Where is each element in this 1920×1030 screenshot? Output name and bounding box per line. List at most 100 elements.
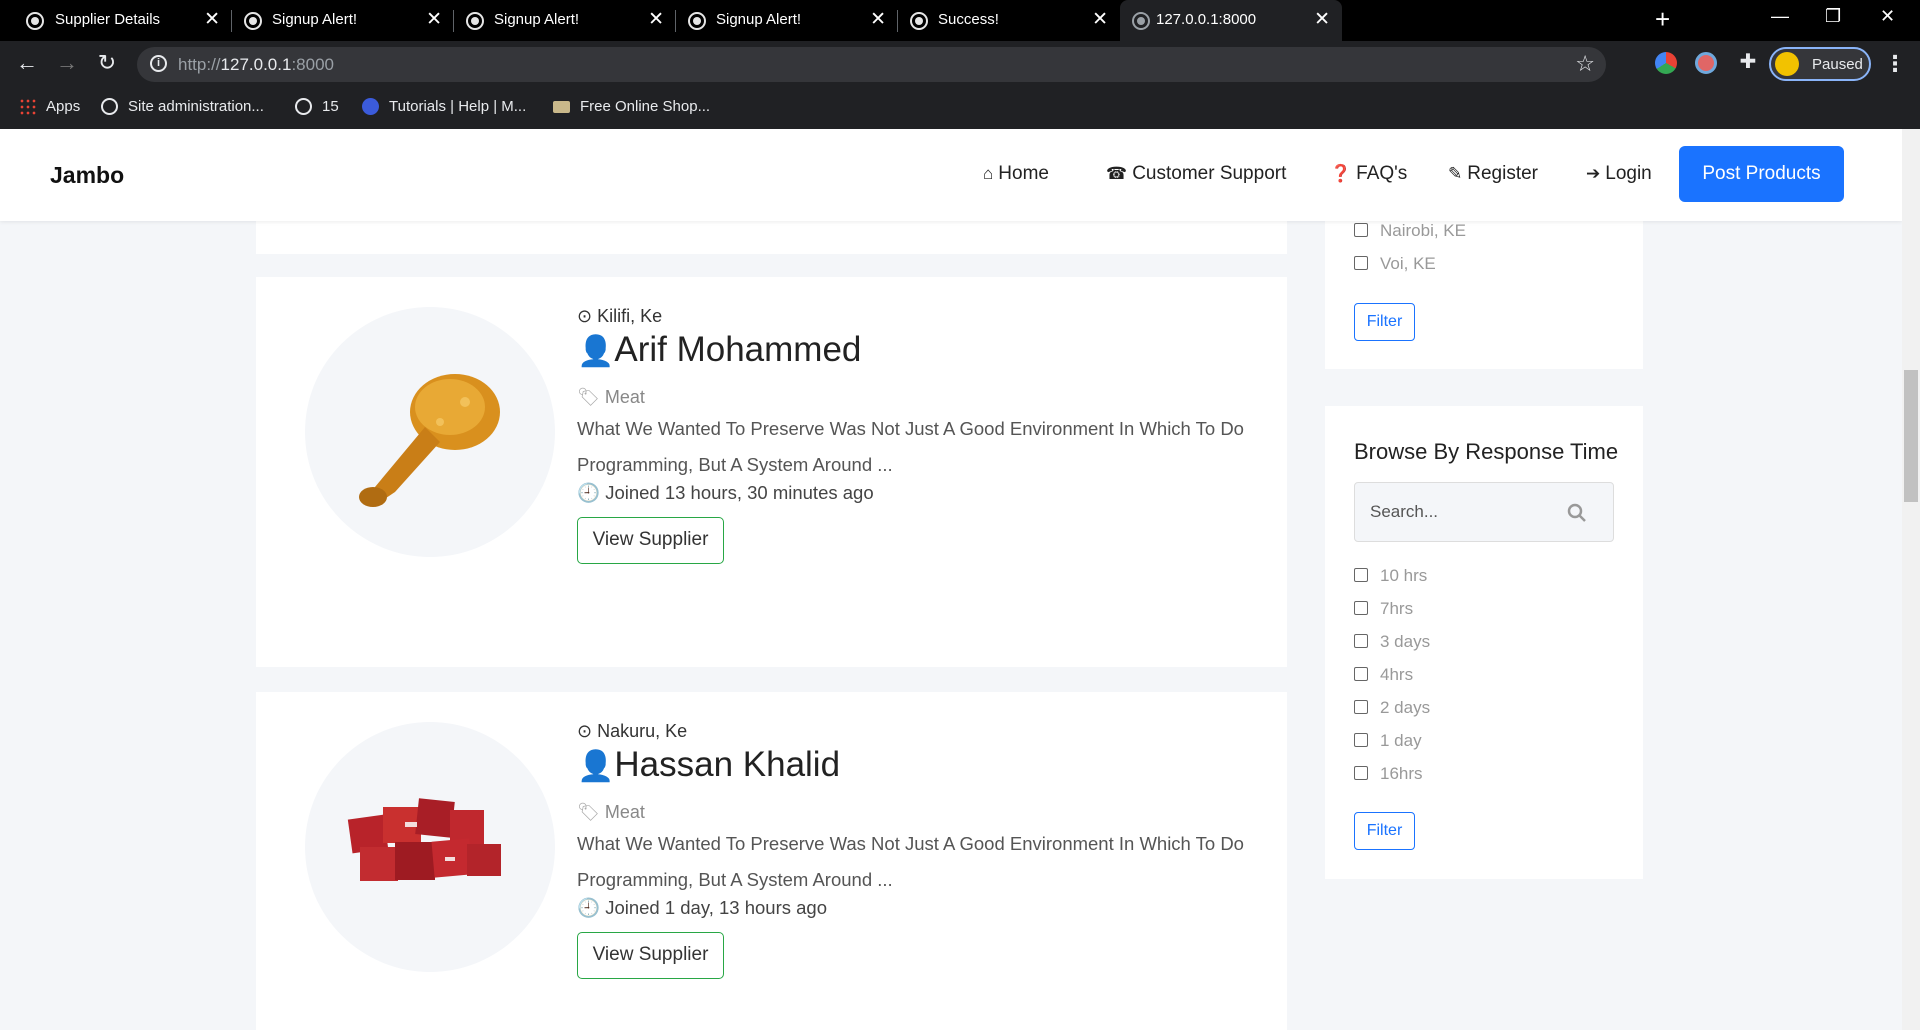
supplier-image: [305, 722, 555, 972]
view-supplier-button[interactable]: View Supplier: [577, 517, 724, 564]
checkbox-option[interactable]: 7hrs: [1354, 599, 1413, 619]
browser-tab[interactable]: Signup Alert! ✕: [232, 0, 454, 41]
view-supplier-button[interactable]: View Supplier: [577, 932, 724, 979]
bookmark-shop[interactable]: Free Online Shop...: [553, 98, 710, 115]
checkbox-option[interactable]: 16hrs: [1354, 764, 1423, 784]
brand-logo[interactable]: Jambo: [50, 162, 124, 189]
close-icon[interactable]: ✕: [648, 8, 664, 31]
checkbox-option[interactable]: Nairobi, KE: [1354, 221, 1466, 241]
bookmark-15[interactable]: 15: [295, 98, 339, 115]
close-icon[interactable]: ✕: [1092, 8, 1108, 31]
checkbox-option[interactable]: 1 day: [1354, 731, 1422, 751]
checkbox[interactable]: [1354, 766, 1368, 780]
bookmark-tutorials[interactable]: Tutorials | Help | M...: [362, 98, 526, 115]
tab-title: Supplier Details: [55, 11, 161, 28]
checkbox[interactable]: [1354, 601, 1368, 615]
supplier-location: ⊙ Kilifi, Ke: [577, 306, 663, 326]
user-icon: 👤: [577, 750, 615, 783]
address-bar[interactable]: i http://127.0.0.1:8000 ☆: [137, 47, 1606, 82]
extension-icon[interactable]: [1655, 52, 1677, 74]
reload-icon[interactable]: ↻: [93, 50, 121, 76]
tab-title: Success!: [938, 11, 999, 28]
web-page: ⊙ Kilifi, Ke 👤Arif Mohammed 🏷 Meat What …: [0, 129, 1902, 1030]
beef-cubes-image: [347, 798, 501, 881]
filter-button[interactable]: Filter: [1354, 303, 1415, 341]
checkbox[interactable]: [1354, 733, 1368, 747]
globe-icon: [295, 98, 312, 115]
browser-tab[interactable]: Signup Alert! ✕: [676, 0, 898, 41]
nav-login[interactable]: ➔ Login: [1586, 163, 1652, 185]
checkbox[interactable]: [1354, 568, 1368, 582]
filter-button[interactable]: Filter: [1354, 812, 1415, 850]
edit-icon: ✎: [1448, 164, 1463, 183]
tab-title: Signup Alert!: [716, 11, 802, 28]
checkbox[interactable]: [1354, 667, 1368, 681]
shop-icon: [553, 100, 570, 113]
close-icon[interactable]: ✕: [1314, 8, 1330, 31]
close-icon[interactable]: ✕: [204, 8, 220, 31]
new-tab-icon[interactable]: +: [1655, 4, 1670, 35]
checkbox-option[interactable]: 3 days: [1354, 632, 1430, 652]
checkbox-option[interactable]: 4hrs: [1354, 665, 1413, 685]
nav-customer-support[interactable]: ☎ Customer Support: [1106, 163, 1286, 185]
bookmark-site-admin[interactable]: Site administration...: [101, 98, 264, 115]
checkbox[interactable]: [1354, 634, 1368, 648]
bookmark-apps[interactable]: Apps: [19, 98, 80, 115]
globe-icon: [244, 12, 262, 30]
tab-title: Signup Alert!: [272, 11, 358, 28]
close-icon[interactable]: ✕: [870, 8, 886, 31]
checkbox[interactable]: [1354, 256, 1368, 270]
profile-button[interactable]: Paused: [1769, 47, 1871, 81]
checkbox-option[interactable]: Voi, KE: [1354, 254, 1436, 274]
browser-tab[interactable]: Success! ✕: [898, 0, 1120, 41]
supplier-location: ⊙ Nakuru, Ke: [577, 721, 688, 741]
scrollbar-thumb[interactable]: [1904, 370, 1918, 502]
scrollbar[interactable]: [1902, 129, 1920, 1030]
tag-icon: 🏷: [577, 802, 600, 822]
bookmarks-bar: Apps Site administration... 15 Tutorials…: [0, 88, 1920, 129]
supplier-joined: 🕘 Joined 1 day, 13 hours ago: [577, 897, 828, 918]
apps-grid-icon: [19, 98, 36, 115]
browser-tab[interactable]: Supplier Details ✕: [0, 0, 232, 41]
user-icon: 👤: [577, 335, 615, 368]
menu-icon[interactable]: ⋮: [1884, 51, 1906, 77]
back-icon[interactable]: ←: [13, 50, 41, 76]
minimize-icon[interactable]: —: [1771, 6, 1789, 27]
nav-register[interactable]: ✎ Register: [1448, 163, 1538, 185]
location-filter-box: Nairobi, KE Voi, KE Filter: [1325, 221, 1643, 369]
nav-home[interactable]: ⌂ Home: [983, 163, 1049, 185]
sign-in-icon: ➔: [1586, 164, 1601, 183]
site-navbar: Jambo ⌂ Home ☎ Customer Support ❓ FAQ's ✎ Re…: [0, 129, 1902, 221]
globe-icon: [26, 12, 44, 30]
window-close-icon[interactable]: ✕: [1880, 6, 1895, 27]
restore-icon[interactable]: ❐: [1825, 6, 1841, 27]
clock-icon: 🕘: [577, 482, 601, 503]
close-icon[interactable]: ✕: [426, 8, 442, 31]
checkbox-option[interactable]: 2 days: [1354, 698, 1430, 718]
checkbox[interactable]: [1354, 223, 1368, 237]
browser-tab[interactable]: Signup Alert! ✕: [454, 0, 676, 41]
post-products-button[interactable]: Post Products: [1679, 146, 1844, 202]
supplier-joined: 🕘 Joined 13 hours, 30 minutes ago: [577, 482, 874, 503]
puzzle-icon[interactable]: ✚: [1734, 49, 1762, 74]
supplier-description: What We Wanted To Preserve Was Not Just …: [577, 833, 1244, 890]
phone-icon: ☎: [1106, 164, 1128, 183]
forward-icon[interactable]: →: [53, 50, 81, 76]
nav-faq[interactable]: ❓ FAQ's: [1330, 163, 1407, 185]
extension-icon[interactable]: [1695, 52, 1717, 74]
checkbox[interactable]: [1354, 700, 1368, 714]
home-icon: ⌂: [983, 164, 994, 183]
location-icon: ⊙: [577, 306, 593, 326]
tag-icon: 🏷: [577, 387, 600, 407]
globe-icon: [688, 12, 706, 30]
browser-tab-active[interactable]: 127.0.0.1:8000 ✕: [1120, 0, 1342, 41]
search-input[interactable]: Search...: [1354, 482, 1614, 542]
bookmark-star-icon[interactable]: ☆: [1575, 51, 1595, 77]
supplier-name: 👤Hassan Khalid: [577, 745, 841, 784]
globe-icon: [466, 12, 484, 30]
fried-chicken-image: [359, 374, 500, 507]
globe-icon: [1132, 12, 1150, 30]
info-icon[interactable]: i: [150, 55, 167, 72]
checkbox-option[interactable]: 10 hrs: [1354, 566, 1427, 586]
location-icon: ⊙: [577, 721, 593, 741]
